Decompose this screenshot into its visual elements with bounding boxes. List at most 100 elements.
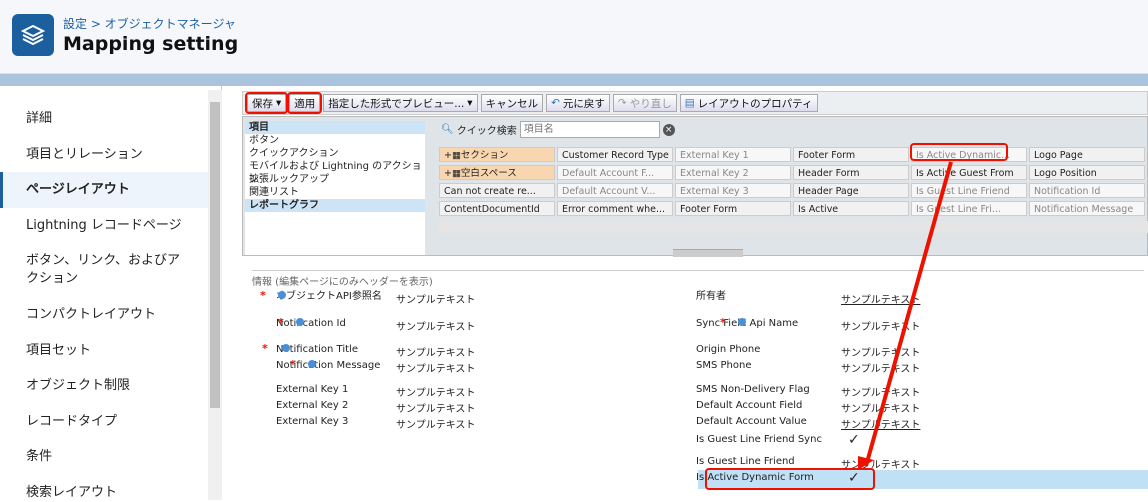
sidebar-item-details[interactable]: 詳細 bbox=[26, 110, 52, 128]
undo-label: 元に戻す bbox=[562, 97, 605, 110]
sidebar-item-record-types[interactable]: レコードタイプ bbox=[26, 413, 117, 431]
dot-icon bbox=[278, 291, 286, 299]
palette-field[interactable]: Is Active Guest From bbox=[911, 165, 1027, 180]
redo-icon: ↷ bbox=[617, 97, 627, 109]
palette-field[interactable]: Is Active bbox=[793, 201, 909, 216]
palette-field[interactable]: Default Account V... bbox=[557, 183, 673, 198]
sidebar-item-lightning-page[interactable]: Lightning レコードページ bbox=[26, 217, 182, 235]
sidebar-scrollbar[interactable] bbox=[208, 90, 222, 500]
sidebar-item-compact-layout[interactable]: コンパクトレイアウト bbox=[26, 306, 156, 324]
field-value: サンプルテキスト bbox=[396, 364, 476, 375]
field-label: SMS Phone bbox=[696, 360, 752, 371]
resize-handle[interactable] bbox=[673, 249, 743, 257]
breadcrumb[interactable]: 設定 > オブジェクトマネージャ bbox=[63, 15, 236, 32]
palette-field[interactable]: Error comment whe... bbox=[557, 201, 673, 216]
field-value: サンプルテキスト bbox=[396, 388, 476, 399]
palette-field[interactable]: Is Guest Line Friend bbox=[911, 183, 1027, 198]
sidebar-item-field-sets[interactable]: 項目セット bbox=[26, 342, 91, 360]
redo-label: やり直し bbox=[629, 97, 672, 110]
sidebar: 詳細 項目とリレーション ページレイアウト Lightning レコードページ … bbox=[0, 86, 222, 500]
required-icon: * bbox=[720, 316, 726, 329]
redo-button[interactable]: ↷ やり直し bbox=[612, 94, 677, 112]
dot-icon bbox=[738, 318, 746, 326]
chevron-down-icon: ▾ bbox=[276, 97, 282, 109]
palette-categories: 項目 ボタン クイックアクション モバイルおよび Lightning のアクショ… bbox=[245, 121, 425, 255]
properties-icon: ▤ bbox=[684, 97, 695, 109]
scrollbar-thumb[interactable] bbox=[210, 102, 220, 408]
palette-scrollbar[interactable] bbox=[439, 221, 1148, 233]
clear-icon[interactable]: × bbox=[662, 123, 675, 136]
category-quick-actions[interactable]: クイックアクション bbox=[245, 147, 425, 160]
category-lookup[interactable]: 拡張ルックアップ bbox=[245, 173, 425, 186]
required-icon: * bbox=[290, 358, 296, 371]
palette-field[interactable]: Is Active Dynamic... bbox=[911, 147, 1027, 162]
sidebar-item-fields[interactable]: 項目とリレーション bbox=[26, 146, 143, 164]
dot-icon bbox=[308, 360, 316, 368]
toolbar: 保存 ▾ 適用 指定した形式でプレビュー... ▾ キャンセル ↶ 元に戻す ↷ やり直… bbox=[242, 91, 1148, 115]
field-value: サンプルテキスト bbox=[396, 348, 476, 359]
palette-field[interactable]: +▦空白スペース bbox=[439, 165, 555, 180]
palette-field[interactable]: Notification Message bbox=[1029, 201, 1145, 216]
preview-button[interactable]: 指定した形式でプレビュー... ▾ bbox=[323, 94, 478, 112]
sidebar-item-page-layout[interactable]: ページレイアウト bbox=[26, 181, 130, 199]
section-header[interactable]: 情報 (編集ページにのみヘッダーを表示) bbox=[252, 270, 1144, 288]
field-value: サンプルテキスト bbox=[841, 348, 921, 359]
field-label: Notification Id bbox=[276, 318, 346, 329]
required-icon: * bbox=[262, 342, 268, 355]
search-icon: 🔍︎ bbox=[441, 124, 454, 135]
palette-field[interactable]: Logo Page bbox=[1029, 147, 1145, 162]
sidebar-item-buttons[interactable]: ボタン、リンク、およびアクション bbox=[26, 252, 186, 288]
quick-search-label: クイック検索 bbox=[456, 126, 517, 137]
category-mobile-actions[interactable]: モバイルおよび Lightning のアクション bbox=[245, 160, 425, 185]
category-related-lists[interactable]: 関連リスト bbox=[245, 186, 425, 199]
category-fields[interactable]: 項目 bbox=[245, 121, 425, 134]
cancel-button[interactable]: キャンセル bbox=[480, 94, 544, 112]
undo-button[interactable]: ↶ 元に戻す bbox=[546, 94, 610, 112]
palette-field[interactable]: Footer Form bbox=[675, 201, 791, 216]
save-button[interactable]: 保存 ▾ bbox=[244, 92, 289, 114]
field-palette: 項目 ボタン クイックアクション モバイルおよび Lightning のアクショ… bbox=[242, 116, 1148, 257]
field-label: オブジェクトAPI参照名 bbox=[276, 291, 382, 302]
field-value: サンプルテキスト bbox=[841, 295, 921, 306]
field-value: サンプルテキスト bbox=[841, 388, 921, 399]
palette-field[interactable]: ContentDocumentId bbox=[439, 201, 555, 216]
palette-field[interactable]: Notification Id bbox=[1029, 183, 1145, 198]
category-buttons[interactable]: ボタン bbox=[245, 134, 425, 147]
field-value: サンプルテキスト bbox=[396, 404, 476, 415]
sidebar-item-search-layout[interactable]: 検索レイアウト bbox=[26, 484, 117, 502]
palette-field[interactable]: External Key 1 bbox=[675, 147, 791, 162]
required-icon: * bbox=[278, 316, 284, 329]
field-value: サンプルテキスト bbox=[841, 364, 921, 375]
palette-field[interactable]: Default Account F... bbox=[557, 165, 673, 180]
palette-field[interactable]: Customer Record Type bbox=[557, 147, 673, 162]
apply-button[interactable]: 適用 bbox=[287, 92, 323, 114]
category-report-charts[interactable]: レポートグラフ bbox=[245, 199, 425, 212]
field-label: Default Account Field bbox=[696, 400, 803, 411]
quick-search-input[interactable] bbox=[519, 121, 660, 138]
layout-properties-button[interactable]: ▤ レイアウトのプロパティ bbox=[679, 94, 818, 112]
palette-field[interactable]: Is Guest Line Fri... bbox=[911, 201, 1027, 216]
palette-field[interactable]: Header Page bbox=[793, 183, 909, 198]
quick-search: 🔍︎ クイック検索 × bbox=[441, 121, 675, 138]
dot-icon bbox=[296, 318, 304, 326]
field-label: Sync Field Api Name bbox=[696, 318, 799, 329]
field-value: サンプルテキスト bbox=[396, 420, 476, 431]
field-label: External Key 2 bbox=[276, 400, 349, 411]
palette-field[interactable]: +▦セクション bbox=[439, 147, 555, 162]
properties-label: レイアウトのプロパティ bbox=[697, 97, 813, 110]
palette-field[interactable]: Logo Position bbox=[1029, 165, 1145, 180]
palette-field[interactable]: Header Form bbox=[793, 165, 909, 180]
layers-icon bbox=[12, 14, 54, 56]
page-title: Mapping setting bbox=[63, 33, 239, 55]
palette-field[interactable]: Can not create re... bbox=[439, 183, 555, 198]
palette-field[interactable]: Footer Form bbox=[793, 147, 909, 162]
required-icon: * bbox=[260, 289, 266, 302]
palette-field[interactable]: External Key 2 bbox=[675, 165, 791, 180]
palette-field[interactable]: External Key 3 bbox=[675, 183, 791, 198]
sidebar-item-conditions[interactable]: 条件 bbox=[26, 448, 52, 466]
field-label: Is Guest Line Friend bbox=[696, 456, 795, 467]
section-title: 情報 (編集ページにのみヘッダーを表示) bbox=[252, 277, 433, 288]
sidebar-item-limits[interactable]: オブジェクト制限 bbox=[26, 377, 130, 395]
field-value: サンプルテキスト bbox=[841, 460, 921, 471]
check-icon: ✓ bbox=[848, 470, 860, 486]
